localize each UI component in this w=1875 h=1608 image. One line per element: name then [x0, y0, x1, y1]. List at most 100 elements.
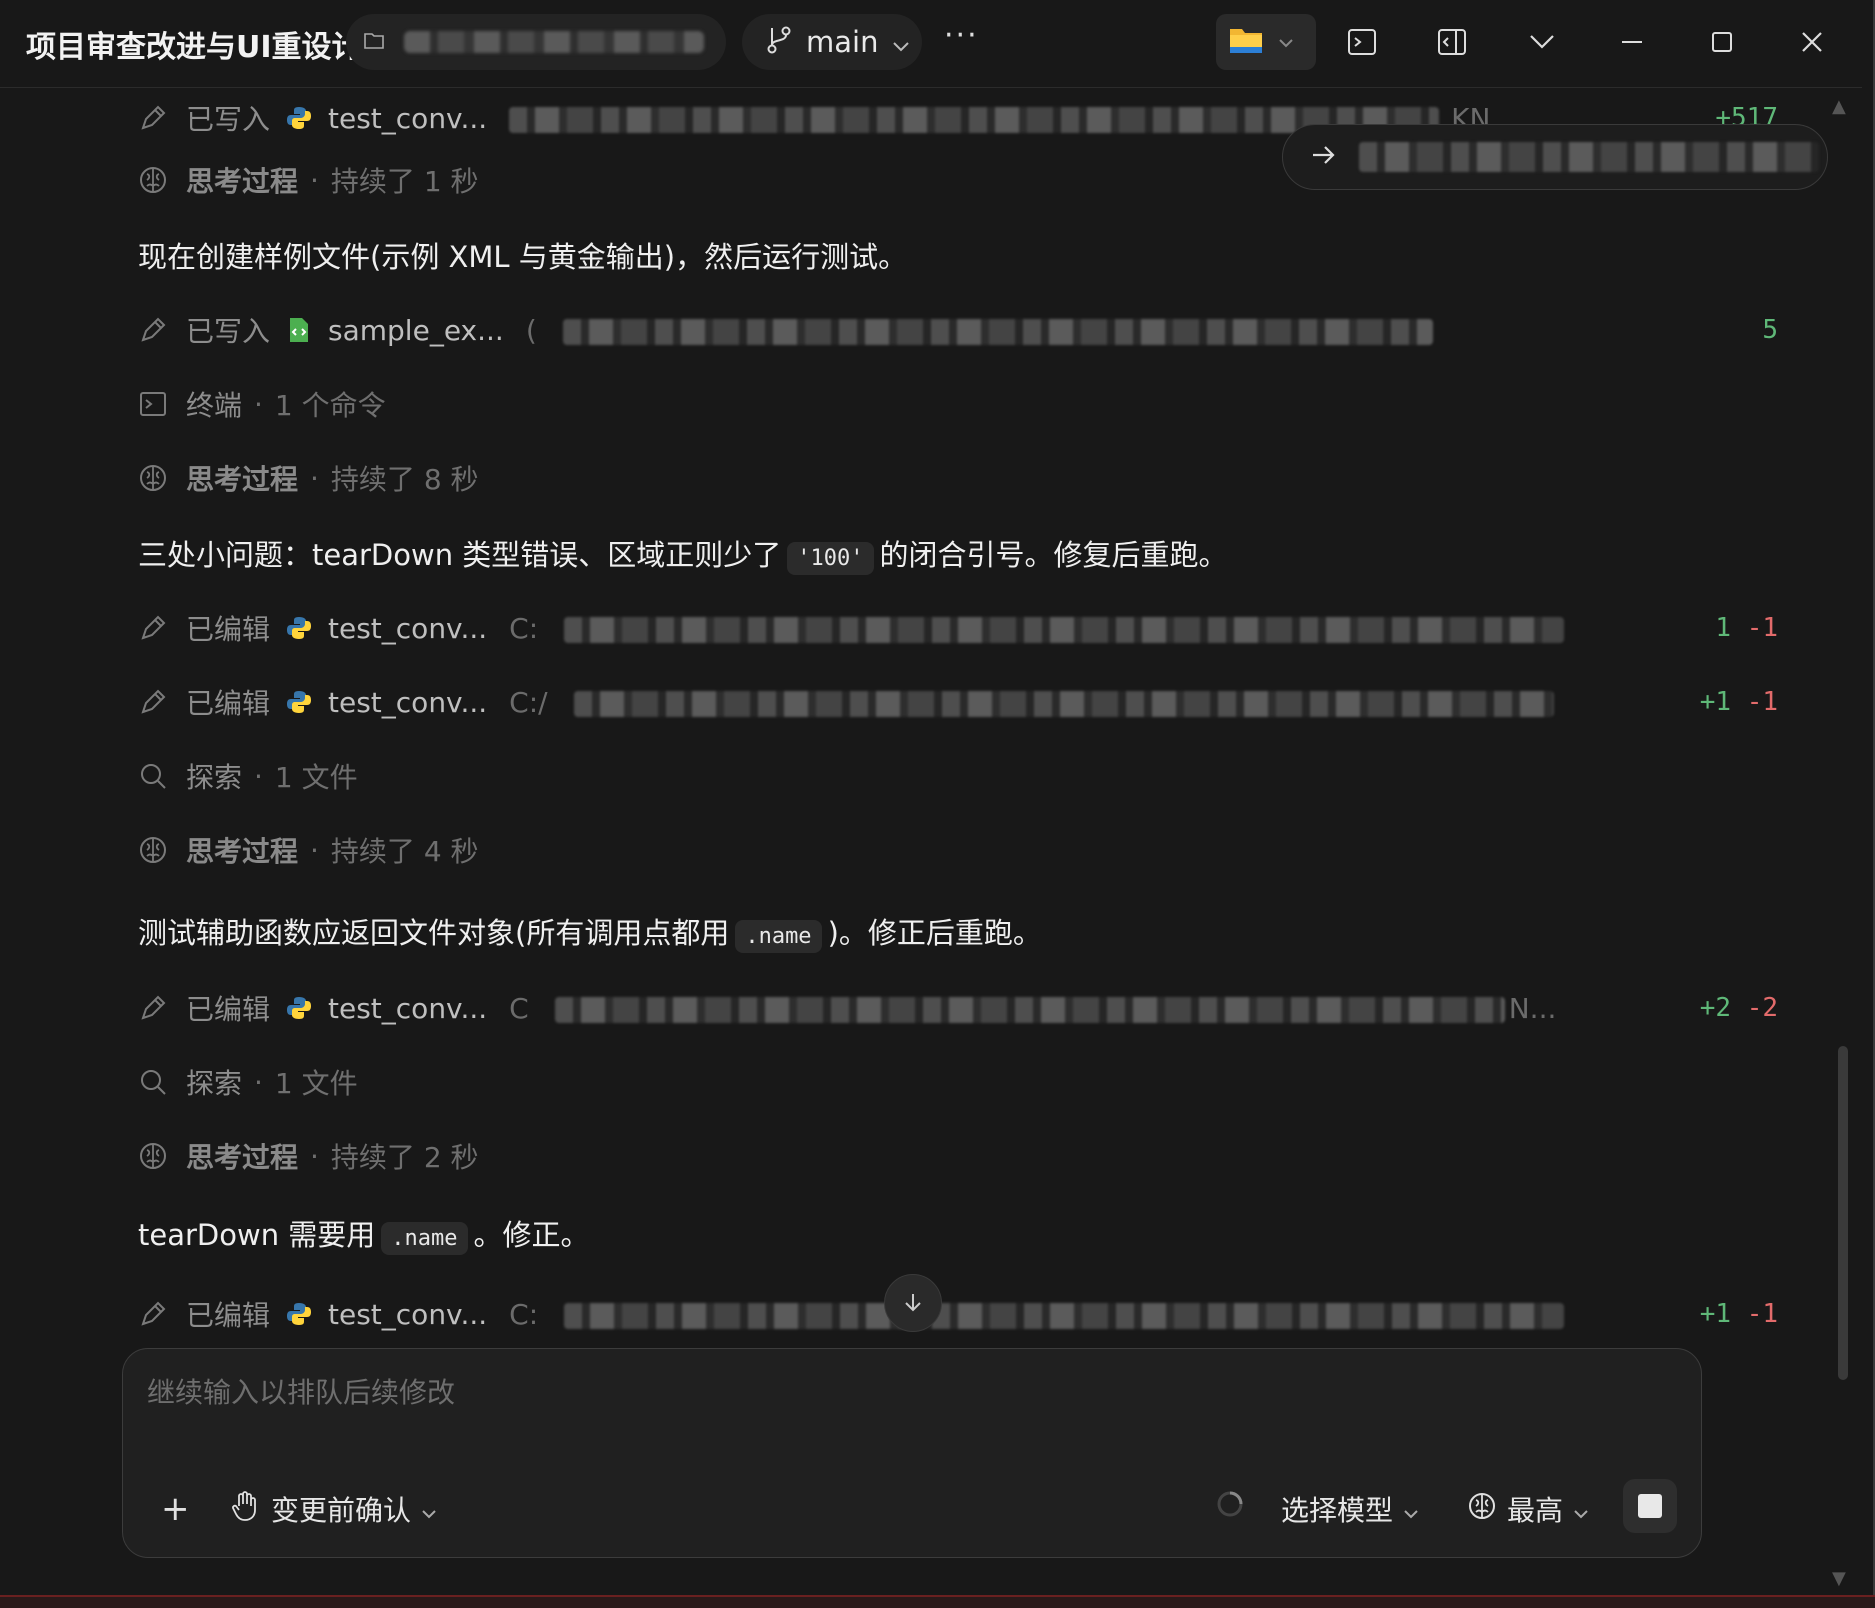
git-branch-icon [766, 24, 792, 61]
diff-stats: 5 [1762, 315, 1778, 345]
pencil-icon [138, 993, 168, 1023]
brain-icon [138, 1141, 168, 1171]
chevron-down-icon [1403, 1493, 1419, 1526]
branch-selector[interactable]: main [742, 14, 922, 70]
separator-dot: · [310, 163, 319, 197]
file-path-head: C: [509, 611, 539, 645]
minimize-button[interactable] [1612, 22, 1652, 62]
separator-dot: · [254, 1065, 263, 1099]
file-path-head: C [509, 991, 529, 1025]
search-icon [138, 1067, 168, 1097]
maximize-icon [1712, 32, 1732, 52]
branch-name: main [806, 25, 879, 59]
thinking-row[interactable]: 思考过程 · 持续了 1 秒 [138, 158, 479, 202]
add-attachment-button[interactable]: + [161, 1489, 190, 1529]
approval-mode-selector[interactable]: 变更前确认 [231, 1489, 437, 1529]
scrollbar-thumb[interactable] [1838, 1046, 1848, 1380]
file-name: test_conv... [328, 101, 488, 135]
tool-verb: 已编辑 [186, 1299, 271, 1332]
diff-removed: -1 [1746, 613, 1778, 643]
tool-verb: 已编辑 [186, 993, 271, 1026]
scroll-to-bottom-button[interactable] [884, 1274, 942, 1332]
thinking-row[interactable]: 思考过程 · 持续了 4 秒 [138, 828, 479, 872]
assistant-message: 测试辅助函数应返回文件对象(所有调用点都用 .name)。修正后重跑。 [138, 910, 1042, 953]
folder-outline-icon [364, 31, 384, 53]
diff-stats: +1 -1 [1700, 1299, 1778, 1329]
pencil-icon [138, 687, 168, 717]
terminal-toggle-button[interactable] [1342, 22, 1382, 62]
file-path [551, 992, 1505, 1025]
diff-removed: -2 [1746, 993, 1778, 1023]
thinking-label: 思考过程 [186, 463, 299, 496]
open-in-explorer-button[interactable] [1216, 14, 1316, 70]
separator-dot: · [310, 833, 319, 867]
stop-button[interactable] [1623, 1479, 1677, 1533]
python-file-icon [287, 1303, 312, 1325]
brain-icon [138, 463, 168, 493]
model-selector[interactable]: 选择模型 [1281, 1489, 1419, 1529]
file-count: 1 文件 [274, 1067, 358, 1100]
workspace-path-pill[interactable] [346, 14, 726, 70]
diff-added: 5 [1762, 315, 1778, 345]
file-path-head: ( [525, 313, 537, 347]
scroll-up-arrow[interactable]: ▲ [1832, 96, 1846, 117]
folder-icon [1228, 25, 1264, 59]
redacted-summary [1359, 142, 1819, 172]
file-path [560, 1298, 1565, 1331]
diff-stats: +2 -2 [1700, 993, 1778, 1023]
python-file-icon [287, 997, 312, 1019]
explore-row[interactable]: 探索 · 1 文件 [138, 754, 358, 798]
python-file-icon [287, 107, 312, 129]
redacted-path [554, 996, 1505, 1023]
inline-code: .name [735, 920, 822, 953]
tool-row-edit[interactable]: 已编辑 test_conv... C N... +2 -2 [138, 986, 1778, 1030]
workspace-path-redacted [404, 31, 704, 53]
assistant-message: 现在创建样例文件(示例 XML 与黄金输出)，然后运行测试。 [138, 240, 908, 274]
tool-row-edit[interactable]: 已编辑 test_conv... C:/ +1 -1 [138, 680, 1778, 724]
file-name: test_conv... [328, 685, 488, 719]
explore-row[interactable]: 探索 · 1 文件 [138, 1060, 358, 1104]
assistant-message: tearDown 需要用 .name 。修正。 [138, 1212, 590, 1255]
jump-to-message-pill[interactable] [1282, 124, 1828, 190]
chevron-down-icon [892, 25, 910, 59]
thinking-duration: 持续了 2 秒 [330, 1141, 479, 1174]
separator-dot: · [310, 461, 319, 495]
python-file-icon [287, 691, 312, 713]
redacted-path [564, 1302, 1565, 1329]
brain-icon [138, 165, 168, 195]
maximize-button[interactable] [1702, 22, 1742, 62]
thinking-duration: 持续了 1 秒 [330, 165, 479, 198]
message-text: 。修正。 [473, 1218, 590, 1252]
stop-icon [1638, 1494, 1662, 1518]
diff-removed: -1 [1746, 687, 1778, 717]
thinking-row[interactable]: 思考过程 · 持续了 8 秒 [138, 456, 479, 500]
file-path-head: C:/ [509, 685, 548, 719]
explore-label: 探索 [186, 761, 243, 794]
more-options-button[interactable]: ··· [944, 18, 979, 53]
thinking-label: 思考过程 [186, 1141, 299, 1174]
brain-icon [1467, 1491, 1497, 1528]
message-text: )。修正后重跑。 [827, 916, 1042, 950]
sidebar-toggle-button[interactable] [1432, 22, 1472, 62]
tool-row-write[interactable]: 已写入 sample_ex... ( 5 [138, 308, 1778, 352]
scroll-down-arrow[interactable]: ▼ [1832, 1568, 1846, 1589]
separator-dot: · [254, 759, 263, 793]
close-button[interactable] [1792, 22, 1832, 62]
search-icon [138, 761, 168, 791]
file-path [560, 612, 1565, 645]
conversation-transcript: 已写入 test_conv... KN... +517 思考过程 · 持续了 1… [0, 88, 1862, 1348]
thinking-row[interactable]: 思考过程 · 持续了 2 秒 [138, 1134, 479, 1178]
effort-selector[interactable]: 最高 [1467, 1489, 1589, 1529]
effort-label: 最高 [1507, 1494, 1564, 1527]
terminal-row[interactable]: 终端 · 1 个命令 [138, 382, 386, 426]
window-menu-button[interactable] [1522, 22, 1562, 62]
hand-icon [231, 1490, 261, 1529]
redacted-path [564, 616, 1565, 643]
composer-input[interactable]: 继续输入以排队后续修改 [147, 1371, 455, 1411]
file-path [570, 686, 1554, 719]
tool-verb: 已写入 [186, 315, 271, 348]
tool-row-edit[interactable]: 已编辑 test_conv... C: 1 -1 [138, 606, 1778, 650]
message-composer[interactable]: 继续输入以排队后续修改 + 变更前确认 选择模型 最高 [122, 1348, 1702, 1558]
terminal-icon [138, 389, 168, 419]
message-text: 的闭合引号。修复后重跑。 [879, 538, 1228, 572]
